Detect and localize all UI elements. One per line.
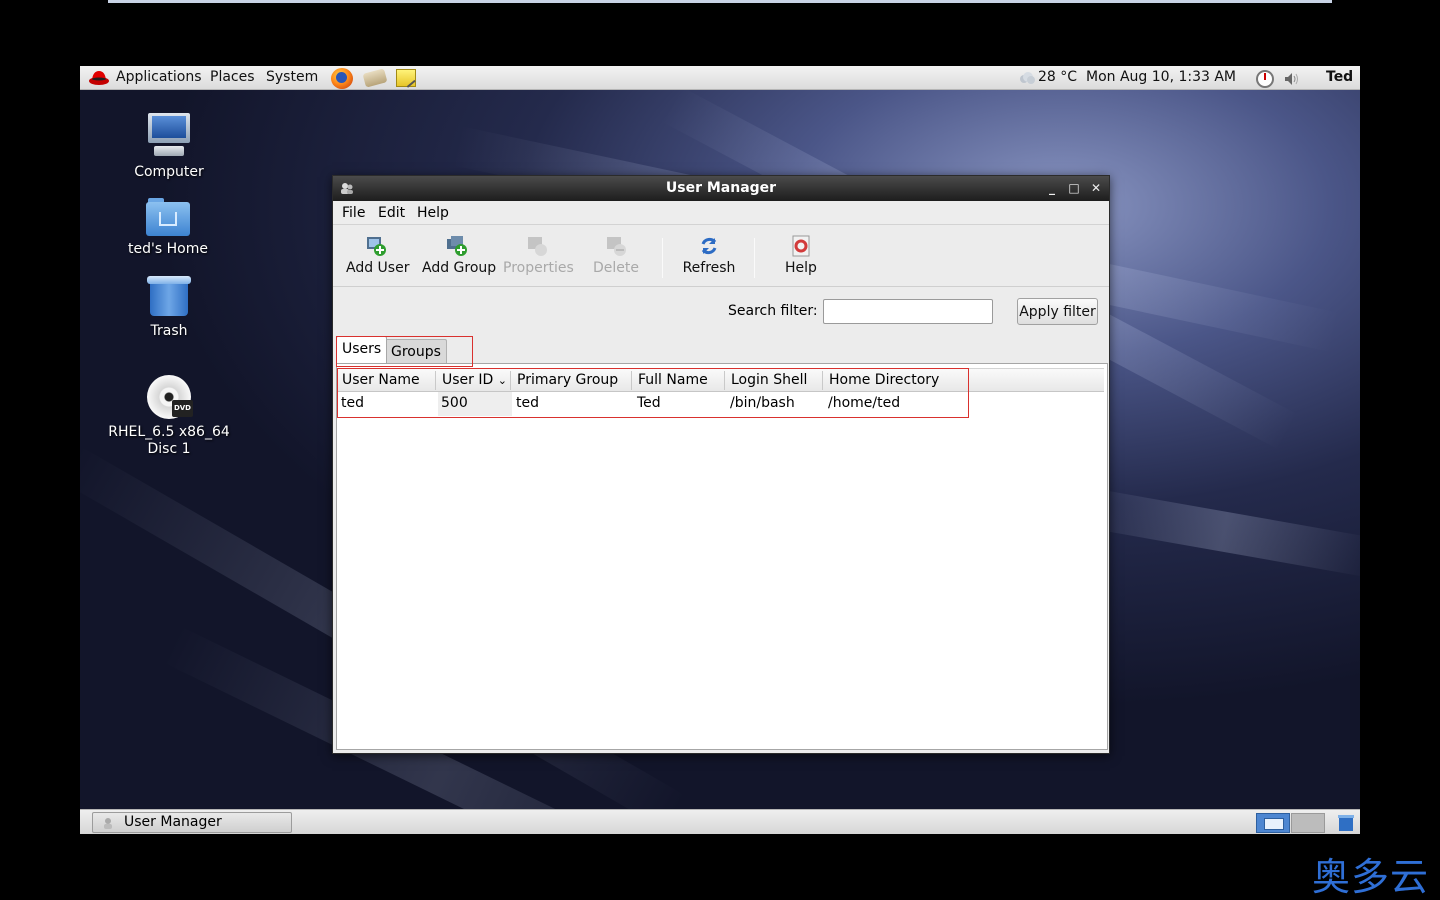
add-user-label: Add User <box>346 260 410 276</box>
menu-places[interactable]: Places <box>210 69 255 85</box>
weather-temperature[interactable]: 28 °C <box>1038 69 1077 85</box>
column-header-full-name[interactable]: Full Name <box>638 372 708 388</box>
menu-system[interactable]: System <box>266 69 318 85</box>
delete-label: Delete <box>593 260 639 276</box>
cell-full-name: Ted <box>637 395 661 411</box>
menu-help[interactable]: Help <box>417 205 449 221</box>
sort-chevron-down-icon: ⌄ <box>497 374 507 387</box>
clock[interactable]: Mon Aug 10, 1:33 AM <box>1086 69 1236 85</box>
redhat-logo-icon <box>89 71 109 85</box>
column-header-user-id[interactable]: User ID ⌄ <box>442 372 507 388</box>
taskbar-user-manager[interactable]: User Manager <box>92 812 292 833</box>
dvd-disc-icon: DVD <box>147 375 193 419</box>
desktop-icon-label: ted's Home <box>128 241 208 257</box>
user-manager-window[interactable]: User Manager _ □ ✕ File Edit Help Add Us… <box>332 175 1110 754</box>
firefox-launcher-icon[interactable] <box>331 68 353 89</box>
weather-cloud-icon <box>1020 72 1035 84</box>
taskbar-label: User Manager <box>124 814 222 830</box>
refresh-label: Refresh <box>682 260 736 276</box>
cell-user-name: ted <box>341 395 364 411</box>
host-top-strip <box>108 0 1332 3</box>
help-button[interactable]: Help <box>782 235 820 283</box>
toolbar-separator <box>754 238 755 278</box>
help-label: Help <box>785 260 817 276</box>
add-group-label: Add Group <box>422 260 497 276</box>
column-header-primary-group[interactable]: Primary Group <box>517 372 618 388</box>
column-header-home-directory[interactable]: Home Directory <box>829 372 939 388</box>
menu-applications[interactable]: Applications <box>116 69 202 85</box>
add-user-button[interactable]: Add User <box>346 235 410 283</box>
window-titlebar[interactable]: User Manager _ □ ✕ <box>333 176 1109 201</box>
properties-button[interactable]: Properties <box>503 235 574 283</box>
users-table[interactable]: User Name User ID ⌄ Primary Group Full N… <box>336 363 1108 750</box>
top-panel: Applications Places System 28 °C Mon Aug… <box>80 66 1360 90</box>
close-button[interactable]: ✕ <box>1089 180 1103 196</box>
notes-launcher-icon[interactable] <box>396 69 416 87</box>
add-group-button[interactable]: Add Group <box>422 235 496 283</box>
desktop-icon-label: Trash <box>150 323 188 339</box>
column-header-login-shell[interactable]: Login Shell <box>731 372 807 388</box>
desktop-icon-label-line2: Disc 1 <box>147 441 191 457</box>
bottom-panel: User Manager <box>80 809 1360 834</box>
cell-user-id: 500 <box>441 395 468 411</box>
desktop-icon-label: RHEL_6.5 x86_64 <box>108 424 230 440</box>
volume-icon[interactable] <box>1282 70 1300 88</box>
delete-button[interactable]: Delete <box>593 235 639 283</box>
user-manager-task-icon <box>104 818 112 829</box>
workspace-2[interactable] <box>1291 813 1325 833</box>
table-header: User Name User ID ⌄ Primary Group Full N… <box>338 368 1104 392</box>
workspace-1[interactable] <box>1256 813 1290 833</box>
minimize-button[interactable]: _ <box>1045 180 1059 196</box>
network-status-icon[interactable] <box>1255 69 1275 89</box>
watermark-text: 奥多云 <box>1312 855 1430 899</box>
desktop-icon-label: Computer <box>134 164 204 180</box>
cell-primary-group: ted <box>516 395 539 411</box>
add-user-icon <box>367 237 386 256</box>
menu-edit[interactable]: Edit <box>378 205 405 221</box>
window-title: User Manager <box>665 180 777 196</box>
computer-icon <box>146 113 192 159</box>
cell-login-shell: /bin/bash <box>730 395 795 411</box>
search-filter-label: Search filter: <box>728 303 818 319</box>
column-header-user-name[interactable]: User Name <box>342 372 420 388</box>
trash-applet-icon[interactable] <box>1336 812 1356 832</box>
tab-groups[interactable]: Groups <box>385 339 447 364</box>
properties-label: Properties <box>503 260 574 276</box>
help-lifebuoy-icon <box>792 235 810 257</box>
screen: Applications Places System 28 °C Mon Aug… <box>0 0 1440 900</box>
maximize-button[interactable]: □ <box>1067 180 1081 196</box>
cell-home-directory: /home/ted <box>828 395 901 411</box>
home-folder-icon <box>146 196 190 236</box>
desktop-icon-dvd[interactable]: DVD RHEL_6.5 x86_64 Disc 1 <box>99 375 239 458</box>
mail-launcher-icon[interactable] <box>362 68 388 88</box>
table-row[interactable]: ted 500 ted Ted /bin/bash /home/ted <box>338 392 1104 416</box>
toolbar: Add User Add Group Properties Delete Ref… <box>333 225 1109 287</box>
refresh-button[interactable]: Refresh <box>682 235 736 283</box>
toolbar-separator <box>662 238 663 278</box>
trash-icon <box>147 274 191 318</box>
desktop-icon-computer[interactable]: Computer <box>99 113 239 181</box>
desktop-icon-home[interactable]: ted's Home <box>98 196 238 258</box>
apply-filter-button[interactable]: Apply filter <box>1017 298 1098 325</box>
tab-users[interactable]: Users <box>336 336 388 363</box>
add-group-icon <box>447 236 467 256</box>
desktop-icon-trash[interactable]: Trash <box>99 274 239 340</box>
search-filter-input[interactable] <box>823 299 993 324</box>
user-name[interactable]: Ted <box>1326 69 1353 85</box>
properties-icon <box>527 237 547 256</box>
refresh-icon <box>701 237 717 255</box>
delete-icon <box>607 237 626 256</box>
menu-file[interactable]: File <box>342 205 365 221</box>
window-menubar: File Edit Help <box>333 201 1109 225</box>
